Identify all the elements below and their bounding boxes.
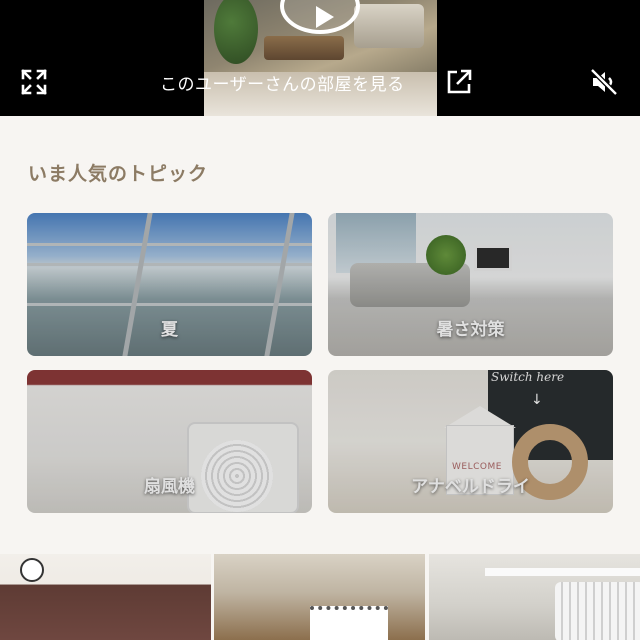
- chalkboard-text: Switch here: [491, 370, 565, 384]
- topic-label: 暑さ対策: [436, 320, 505, 340]
- balcony-rail: [27, 263, 312, 266]
- topic-label: 扇風機: [144, 477, 195, 497]
- video-plant: [214, 0, 258, 64]
- video-player[interactable]: このユーザーさんの部屋を見る: [0, 0, 640, 116]
- topic-tile-heat-measures[interactable]: 暑さ対策: [328, 213, 613, 356]
- balcony-rail: [27, 243, 312, 246]
- topic-label: 夏: [161, 320, 178, 340]
- topic-label: アナベルドライ: [411, 477, 530, 497]
- user-room-link[interactable]: このユーザーさんの部屋を見る: [160, 68, 405, 96]
- room-photo[interactable]: [0, 554, 211, 640]
- chalkboard-arrow: ↓: [531, 392, 543, 408]
- external-link-icon[interactable]: [444, 67, 474, 97]
- room-photo[interactable]: [429, 554, 640, 640]
- video-sofa: [354, 4, 424, 48]
- laundry-basket: [555, 582, 640, 640]
- topic-tile-fan[interactable]: 扇風機: [27, 370, 312, 513]
- welcome-sign-text: WELCOME: [452, 462, 502, 472]
- room-photo[interactable]: [214, 554, 425, 640]
- wall-clock: [20, 558, 44, 582]
- room-tv: [474, 245, 512, 271]
- desk-calendar: [310, 606, 388, 640]
- shelf: [485, 568, 640, 576]
- expand-icon[interactable]: [20, 68, 48, 96]
- speaker-muted-icon[interactable]: [588, 66, 620, 98]
- topic-tile-summer[interactable]: 夏: [27, 213, 312, 356]
- topic-tile-annabelle-dry[interactable]: Switch here ↓ WELCOME アナベルドライ: [328, 370, 613, 513]
- room-plant: [426, 235, 466, 275]
- balcony-rail: [27, 303, 312, 306]
- section-title: いま人気のトピック: [28, 163, 209, 185]
- video-table: [264, 36, 344, 60]
